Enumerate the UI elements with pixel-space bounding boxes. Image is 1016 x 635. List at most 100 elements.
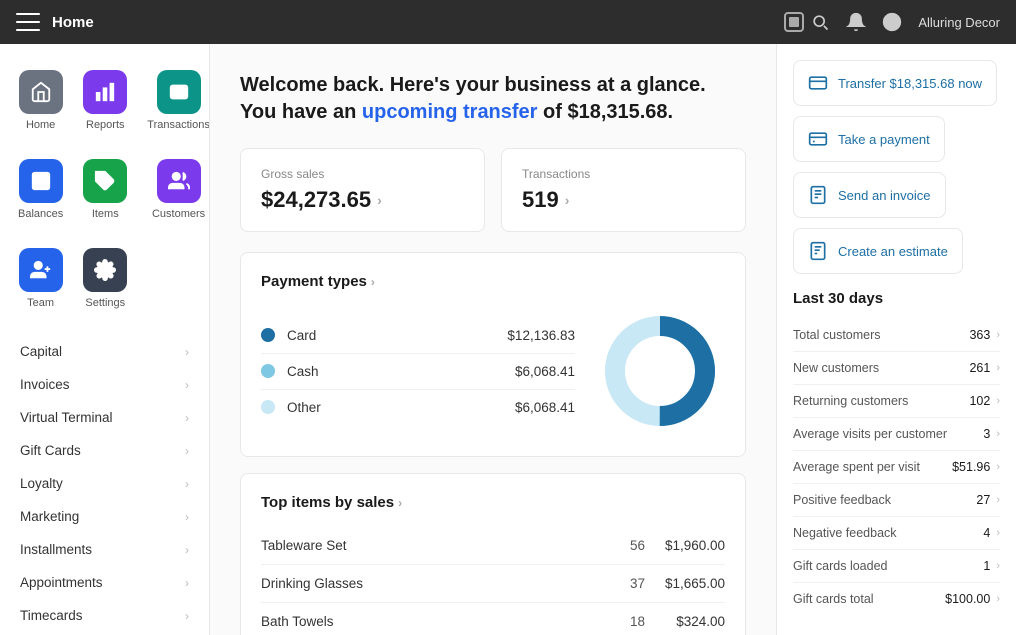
metric-chevron: › <box>996 527 1000 539</box>
metric-chevron: › <box>996 461 1000 473</box>
metric-total-customers[interactable]: Total customers 363 › <box>793 319 1000 352</box>
metric-gift-cards-loaded[interactable]: Gift cards loaded 1 › <box>793 550 1000 583</box>
transactions-icon-label: Transactions <box>147 119 210 131</box>
sidebar-item-items[interactable]: Items <box>77 149 133 230</box>
other-dot <box>261 400 275 414</box>
table-row: Bath Towels 18 $324.00 <box>261 603 725 635</box>
content-area: Welcome back. Here's your business at a … <box>210 44 776 635</box>
top-nav-right: Alluring Decor <box>810 12 1000 32</box>
transfer-button[interactable]: Transfer $18,315.68 now <box>793 60 997 106</box>
sidebar-nav-invoices[interactable]: Invoices› <box>0 368 209 401</box>
transactions-card[interactable]: Transactions 519 › <box>501 148 746 232</box>
nav-title: Home <box>52 14 778 31</box>
payment-chevron: › <box>371 275 375 289</box>
invoice-icon <box>808 185 828 205</box>
sidebar-item-home[interactable]: Home <box>12 60 69 141</box>
sidebar-item-transactions[interactable]: Transactions <box>141 60 210 141</box>
sidebar-item-reports[interactable]: Reports <box>77 60 133 141</box>
metric-chevron: › <box>996 428 1000 440</box>
payment-icon <box>808 129 828 149</box>
search-icon[interactable] <box>810 12 830 32</box>
balances-icon-label: Balances <box>18 208 63 220</box>
table-row: Drinking Glasses 37 $1,665.00 <box>261 565 725 603</box>
metric-chevron: › <box>996 494 1000 506</box>
welcome-line1: Welcome back. Here's your business at a … <box>240 74 746 97</box>
payment-types-card: Payment types › Card $12,136.83 Cash $6,… <box>240 252 746 457</box>
payment-types-title[interactable]: Payment types › <box>261 273 725 290</box>
transfer-icon <box>808 73 828 93</box>
customers-icon-label: Customers <box>152 208 205 220</box>
menu-button[interactable] <box>16 10 40 34</box>
table-row: Tableware Set 56 $1,960.00 <box>261 527 725 565</box>
metric-positive-feedback[interactable]: Positive feedback 27 › <box>793 484 1000 517</box>
metric-negative-feedback[interactable]: Negative feedback 4 › <box>793 517 1000 550</box>
top-items-card: Top items by sales › Tableware Set 56 $1… <box>240 473 746 635</box>
gross-sales-card[interactable]: Gross sales $24,273.65 › <box>240 148 485 232</box>
sidebar-nav-marketing[interactable]: Marketing› <box>0 500 209 533</box>
sidebar-item-balances[interactable]: Balances <box>12 149 69 230</box>
settings-icon-label: Settings <box>85 297 125 309</box>
reports-icon-label: Reports <box>86 119 125 131</box>
sidebar-item-customers[interactable]: Customers <box>141 149 210 230</box>
sidebar-nav-gift-cards[interactable]: Gift Cards› <box>0 434 209 467</box>
gross-sales-value: $24,273.65 › <box>261 187 464 213</box>
top-items-title[interactable]: Top items by sales › <box>261 494 725 511</box>
estimate-icon <box>808 241 828 261</box>
transfer-pre: You have an <box>240 101 362 123</box>
cash-dot <box>261 364 275 378</box>
transactions-value: 519 › <box>522 187 725 213</box>
items-list: Tableware Set 56 $1,960.00 Drinking Glas… <box>261 527 725 635</box>
team-icon-label: Team <box>27 297 54 309</box>
transfer-link[interactable]: upcoming transfer <box>362 101 538 123</box>
metric-avg-spent[interactable]: Average spent per visit $51.96 › <box>793 451 1000 484</box>
top-items-chevron: › <box>398 496 402 510</box>
sidebar: Home Reports Transactions Balances <box>0 44 210 635</box>
sidebar-nav: Capital› Invoices› Virtual Terminal› Gif… <box>0 327 209 635</box>
notifications-icon[interactable] <box>846 12 866 32</box>
metric-chevron: › <box>996 362 1000 374</box>
payment-list: Card $12,136.83 Cash $6,068.41 Other $6,… <box>261 318 575 425</box>
metric-chevron: › <box>996 329 1000 341</box>
sidebar-item-team[interactable]: Team <box>12 238 69 319</box>
main-layout: Home Reports Transactions Balances <box>0 44 1016 635</box>
sidebar-nav-virtual-terminal[interactable]: Virtual Terminal› <box>0 401 209 434</box>
payment-types-content: Card $12,136.83 Cash $6,068.41 Other $6,… <box>261 306 725 436</box>
metric-returning-customers[interactable]: Returning customers 102 › <box>793 385 1000 418</box>
sidebar-nav-loyalty[interactable]: Loyalty› <box>0 467 209 500</box>
payment-item-cash: Cash $6,068.41 <box>261 354 575 390</box>
payment-item-other: Other $6,068.41 <box>261 390 575 425</box>
welcome-line2: You have an upcoming transfer of $18,315… <box>240 101 746 124</box>
metric-chevron: › <box>996 560 1000 572</box>
gross-sales-chevron: › <box>377 192 382 208</box>
create-estimate-button[interactable]: Create an estimate <box>793 228 963 274</box>
metric-chevron: › <box>996 395 1000 407</box>
payment-item-card: Card $12,136.83 <box>261 318 575 354</box>
metric-gift-cards-total[interactable]: Gift cards total $100.00 › <box>793 583 1000 615</box>
send-invoice-button[interactable]: Send an invoice <box>793 172 946 218</box>
gross-sales-label: Gross sales <box>261 167 464 181</box>
sidebar-nav-capital[interactable]: Capital› <box>0 335 209 368</box>
metric-avg-visits[interactable]: Average visits per customer 3 › <box>793 418 1000 451</box>
sidebar-nav-installments[interactable]: Installments› <box>0 533 209 566</box>
home-icon-label: Home <box>26 119 55 131</box>
items-icon-label: Items <box>92 208 119 220</box>
last30-title: Last 30 days <box>793 290 1000 307</box>
transactions-chevron: › <box>565 192 570 208</box>
transfer-post: of $18,315.68. <box>537 101 673 123</box>
help-icon[interactable] <box>882 12 902 32</box>
donut-chart <box>595 306 725 436</box>
metric-chevron: › <box>996 593 1000 605</box>
account-name[interactable]: Alluring Decor <box>918 15 1000 30</box>
take-payment-button[interactable]: Take a payment <box>793 116 945 162</box>
top-nav: Home Alluring Decor <box>0 0 1016 44</box>
right-panel: Transfer $18,315.68 now Take a payment S… <box>776 44 1016 635</box>
metric-new-customers[interactable]: New customers 261 › <box>793 352 1000 385</box>
stats-row: Gross sales $24,273.65 › Transactions 51… <box>240 148 746 232</box>
square-logo <box>778 6 810 38</box>
card-dot <box>261 328 275 342</box>
sidebar-item-settings[interactable]: Settings <box>77 238 133 319</box>
sidebar-nav-appointments[interactable]: Appointments› <box>0 566 209 599</box>
transactions-label: Transactions <box>522 167 725 181</box>
sidebar-nav-timecards[interactable]: Timecards› <box>0 599 209 632</box>
sidebar-icons: Home Reports Transactions Balances <box>0 44 209 327</box>
